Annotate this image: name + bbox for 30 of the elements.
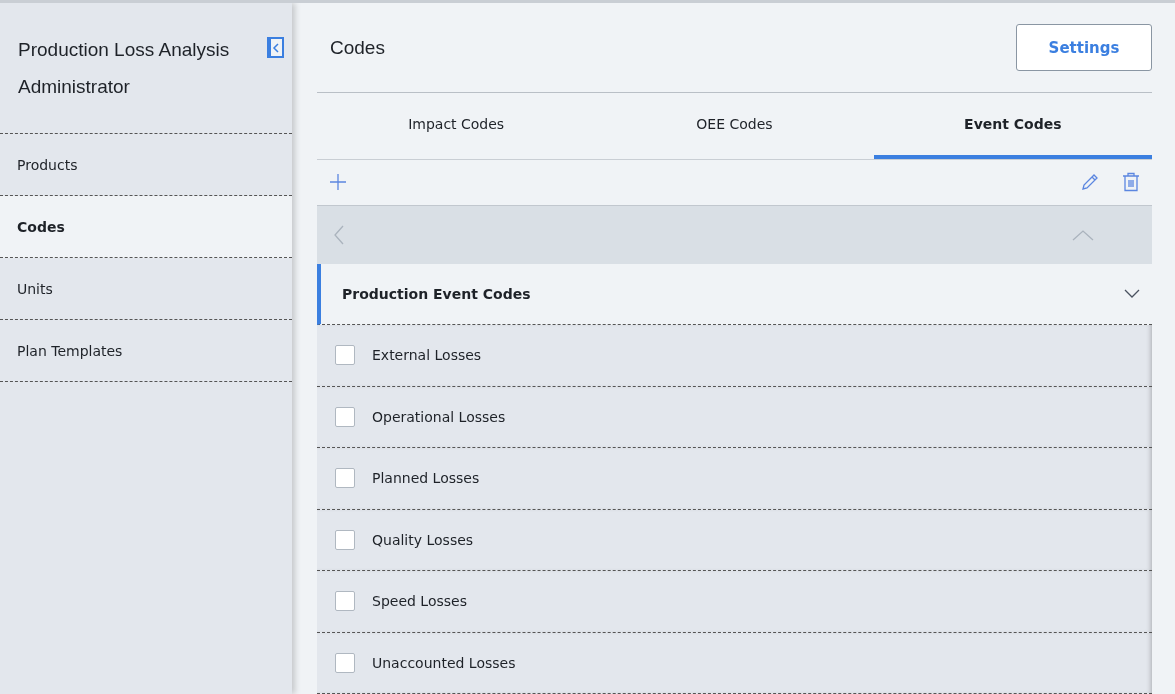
checkbox[interactable] xyxy=(335,345,355,366)
add-icon[interactable] xyxy=(329,173,347,192)
sidebar-item[interactable]: Codes xyxy=(0,196,292,258)
chevron-icon xyxy=(1124,288,1140,299)
group-header[interactable]: Production Event Codes xyxy=(317,263,1152,326)
checkbox[interactable] xyxy=(335,406,355,427)
tab[interactable]: Impact Codes xyxy=(317,93,596,159)
back-icon[interactable] xyxy=(333,225,345,245)
page-title: Codes xyxy=(330,36,385,59)
code-label: Quality Losses xyxy=(372,531,474,548)
checkbox[interactable] xyxy=(335,529,355,550)
checkbox[interactable] xyxy=(335,468,355,489)
code-label: Operational Losses xyxy=(372,408,506,425)
collapse-button[interactable] xyxy=(266,37,284,58)
settings-button[interactable]: Settings xyxy=(1016,24,1152,72)
pencil-icon[interactable] xyxy=(1080,172,1100,193)
code-label: Unaccounted Losses xyxy=(372,654,516,671)
tab[interactable]: Event Codes xyxy=(873,93,1152,159)
code-label: External Losses xyxy=(372,347,482,364)
code-label: Planned Losses xyxy=(372,470,480,487)
checkbox[interactable] xyxy=(335,652,355,673)
trash-icon[interactable] xyxy=(1122,172,1140,193)
sidebar-item[interactable]: Plan Templates xyxy=(0,320,292,382)
sidebar-item[interactable]: Units xyxy=(0,258,292,320)
collapse-up-icon[interactable] xyxy=(1072,229,1094,241)
tab[interactable]: OEE Codes xyxy=(595,93,874,159)
code-label: Speed Losses xyxy=(372,593,467,610)
checkbox[interactable] xyxy=(335,591,355,612)
chevron-left-icon xyxy=(272,42,281,53)
sidebar-title: Production Loss Analysis Administrator xyxy=(18,38,231,99)
